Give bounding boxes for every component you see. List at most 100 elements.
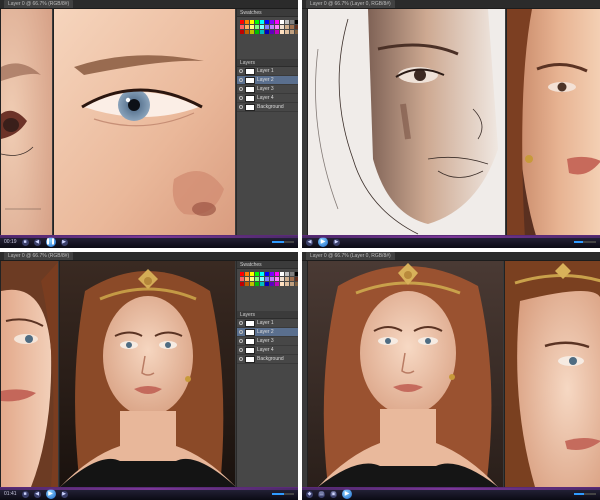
previous-icon[interactable]: ◀ <box>33 238 41 246</box>
canvas-photo[interactable] <box>53 9 235 235</box>
layer-row[interactable]: Layer 1 <box>237 67 298 76</box>
color-swatch[interactable] <box>295 30 298 34</box>
color-swatch[interactable] <box>290 30 294 34</box>
play-icon[interactable]: ▶ <box>318 237 328 247</box>
next-icon[interactable]: ▶ <box>60 238 68 246</box>
color-swatch[interactable] <box>255 30 259 34</box>
stop-icon[interactable]: ■ <box>21 238 29 246</box>
document-tab[interactable]: Layer 0 @ 66.7% (RGB/8#) <box>4 0 74 8</box>
color-swatch[interactable] <box>250 25 254 29</box>
canvas-painting-left[interactable] <box>0 261 58 487</box>
color-swatch[interactable] <box>265 25 269 29</box>
layer-row[interactable]: Layer 3 <box>237 85 298 94</box>
color-swatch[interactable] <box>280 272 284 276</box>
color-swatch[interactable] <box>280 25 284 29</box>
color-swatch[interactable] <box>285 272 289 276</box>
swatches-grid[interactable] <box>237 269 298 289</box>
volume-slider[interactable] <box>272 493 294 495</box>
canvas-reference-photo[interactable] <box>504 261 600 487</box>
color-swatch[interactable] <box>250 20 254 24</box>
color-swatch[interactable] <box>240 30 244 34</box>
color-swatch[interactable] <box>275 25 279 29</box>
next-icon[interactable]: ▶ <box>60 490 68 498</box>
color-swatch[interactable] <box>240 25 244 29</box>
color-swatch[interactable] <box>275 30 279 34</box>
layer-row[interactable]: Layer 4 <box>237 94 298 103</box>
volume-slider[interactable] <box>574 241 596 243</box>
color-swatch[interactable] <box>245 20 249 24</box>
color-swatch[interactable] <box>275 277 279 281</box>
color-swatch[interactable] <box>270 30 274 34</box>
color-swatch[interactable] <box>260 272 264 276</box>
color-swatch[interactable] <box>250 30 254 34</box>
color-swatch[interactable] <box>255 277 259 281</box>
document-tab[interactable]: Layer 0 @ 66.7% (Layer 0, RGB/8#) <box>306 0 395 8</box>
visibility-eye-icon[interactable] <box>239 78 243 82</box>
color-swatch[interactable] <box>245 277 249 281</box>
color-swatch[interactable] <box>265 282 269 286</box>
color-swatch[interactable] <box>255 20 259 24</box>
next-icon[interactable]: ▶ <box>333 238 340 246</box>
color-swatch[interactable] <box>295 277 298 281</box>
color-swatch[interactable] <box>290 272 294 276</box>
color-swatch[interactable] <box>285 25 289 29</box>
color-swatch[interactable] <box>280 30 284 34</box>
color-swatch[interactable] <box>275 282 279 286</box>
color-swatch[interactable] <box>240 20 244 24</box>
color-swatch[interactable] <box>265 272 269 276</box>
pause-icon[interactable]: ❚❚ <box>45 237 56 247</box>
color-swatch[interactable] <box>270 272 274 276</box>
color-swatch[interactable] <box>285 277 289 281</box>
color-swatch[interactable] <box>240 282 244 286</box>
canvas-sketch[interactable] <box>0 9 52 235</box>
visibility-eye-icon[interactable] <box>239 87 243 91</box>
color-swatch[interactable] <box>250 277 254 281</box>
color-swatch[interactable] <box>290 277 294 281</box>
color-swatch[interactable] <box>295 25 298 29</box>
layer-row[interactable]: Layer 2 <box>237 328 298 337</box>
color-swatch[interactable] <box>255 272 259 276</box>
layer-row[interactable]: Layer 2 <box>237 76 298 85</box>
canvas-reference-photo[interactable] <box>506 9 600 239</box>
visibility-eye-icon[interactable] <box>239 339 243 343</box>
color-swatch[interactable] <box>295 20 298 24</box>
start-menu-icon[interactable]: ◆ <box>306 490 313 498</box>
color-swatch[interactable] <box>245 25 249 29</box>
layer-row[interactable]: Background <box>237 355 298 364</box>
color-swatch[interactable] <box>270 282 274 286</box>
play-icon[interactable]: ▶ <box>342 489 352 499</box>
color-swatch[interactable] <box>255 25 259 29</box>
color-swatch[interactable] <box>270 277 274 281</box>
color-swatch[interactable] <box>260 277 264 281</box>
color-swatch[interactable] <box>260 20 264 24</box>
color-swatch[interactable] <box>250 282 254 286</box>
color-swatch[interactable] <box>245 272 249 276</box>
previous-icon[interactable]: ◀ <box>306 238 313 246</box>
swatches-grid[interactable] <box>237 17 298 37</box>
color-swatch[interactable] <box>245 282 249 286</box>
color-swatch[interactable] <box>280 277 284 281</box>
color-swatch[interactable] <box>275 20 279 24</box>
color-swatch[interactable] <box>285 20 289 24</box>
document-tab[interactable]: Layer 0 @ 66.7% (Layer 0, RGB/8#) <box>306 252 395 260</box>
previous-icon[interactable]: ◀ <box>33 490 41 498</box>
color-swatch[interactable] <box>275 272 279 276</box>
color-swatch[interactable] <box>295 272 298 276</box>
visibility-eye-icon[interactable] <box>239 96 243 100</box>
taskbar-app-icon[interactable]: ▣ <box>330 490 337 498</box>
stop-icon[interactable]: ■ <box>21 490 29 498</box>
color-swatch[interactable] <box>260 25 264 29</box>
layer-row[interactable]: Layer 1 <box>237 319 298 328</box>
color-swatch[interactable] <box>250 272 254 276</box>
canvas-reference-photo[interactable] <box>59 261 235 487</box>
color-swatch[interactable] <box>240 272 244 276</box>
visibility-eye-icon[interactable] <box>239 330 243 334</box>
volume-slider[interactable] <box>272 241 294 243</box>
layer-row[interactable]: Layer 4 <box>237 346 298 355</box>
visibility-eye-icon[interactable] <box>239 69 243 73</box>
color-swatch[interactable] <box>270 25 274 29</box>
color-swatch[interactable] <box>255 282 259 286</box>
color-swatch[interactable] <box>290 20 294 24</box>
taskbar-app-icon[interactable]: ▤ <box>318 490 325 498</box>
color-swatch[interactable] <box>260 30 264 34</box>
